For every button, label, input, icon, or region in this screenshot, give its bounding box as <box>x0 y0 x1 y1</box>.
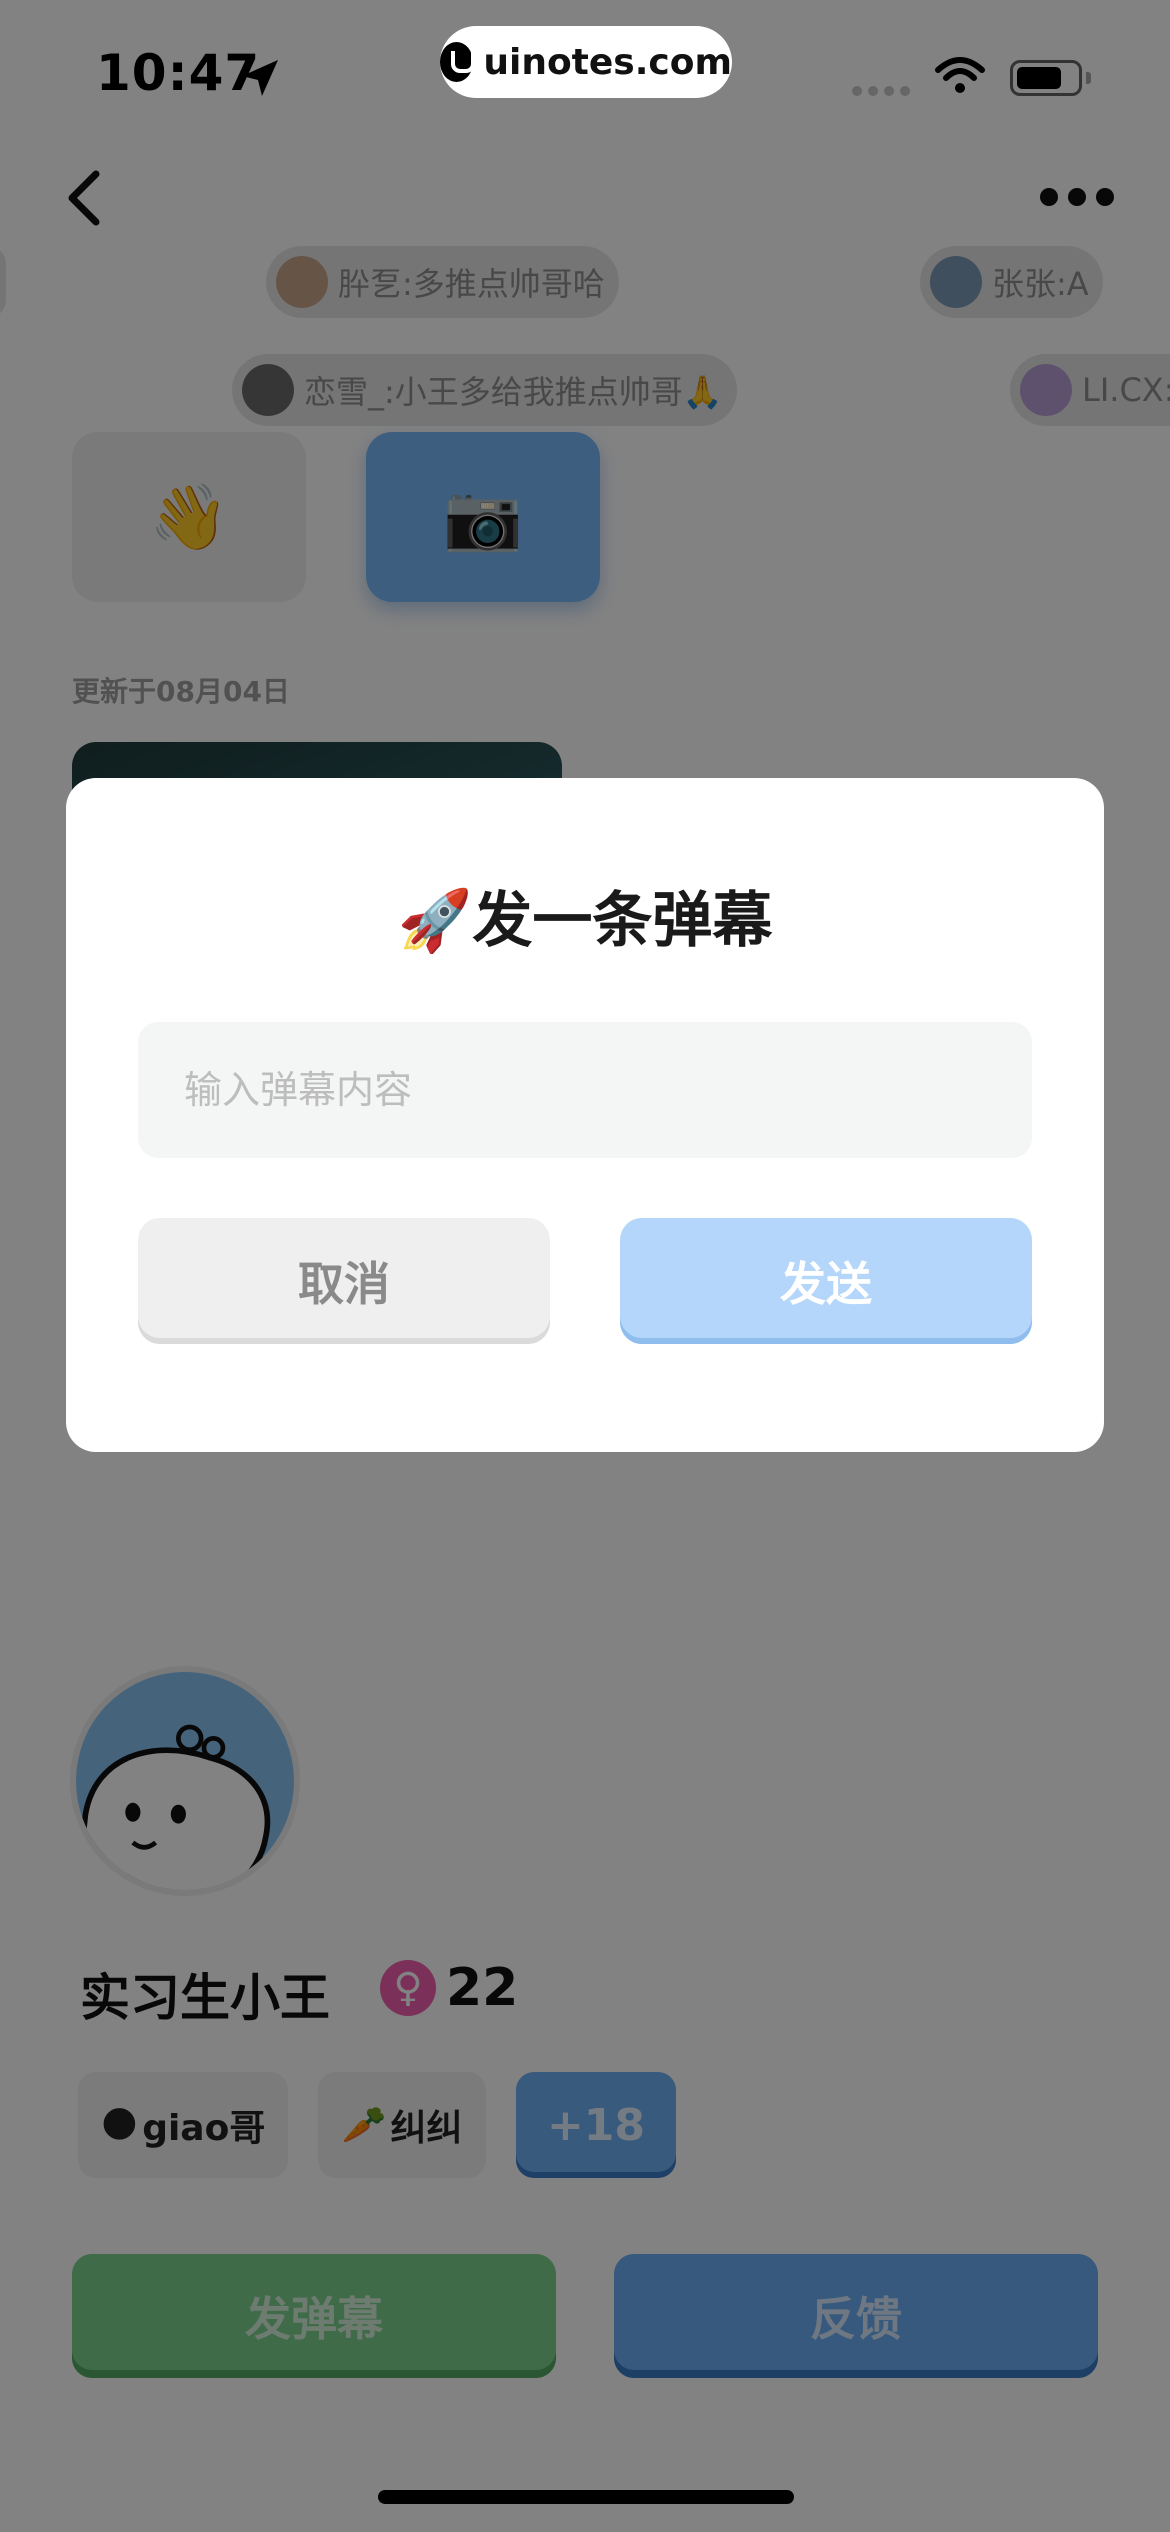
uinotes-logo-icon <box>440 42 476 82</box>
danmaku-input[interactable] <box>138 1022 1032 1158</box>
cancel-button[interactable]: 取消 <box>138 1218 550 1344</box>
location-arrow-icon <box>242 60 278 96</box>
watermark: uinotes.com <box>440 26 732 98</box>
modal-title: 🚀发一条弹幕 <box>397 886 773 956</box>
wifi-icon <box>935 57 985 93</box>
send-button[interactable]: 发送 <box>620 1218 1032 1344</box>
danmaku-modal: 🚀发一条弹幕 取消 发送 <box>66 778 1104 1452</box>
watermark-text: uinotes.com <box>483 41 732 83</box>
battery-tip <box>1086 72 1091 84</box>
cellular-signal-icon <box>852 86 910 96</box>
status-bar: 10:47 uinotes.com <box>0 0 1170 140</box>
status-time: 10:47 <box>96 44 261 102</box>
battery-icon <box>1010 60 1082 96</box>
